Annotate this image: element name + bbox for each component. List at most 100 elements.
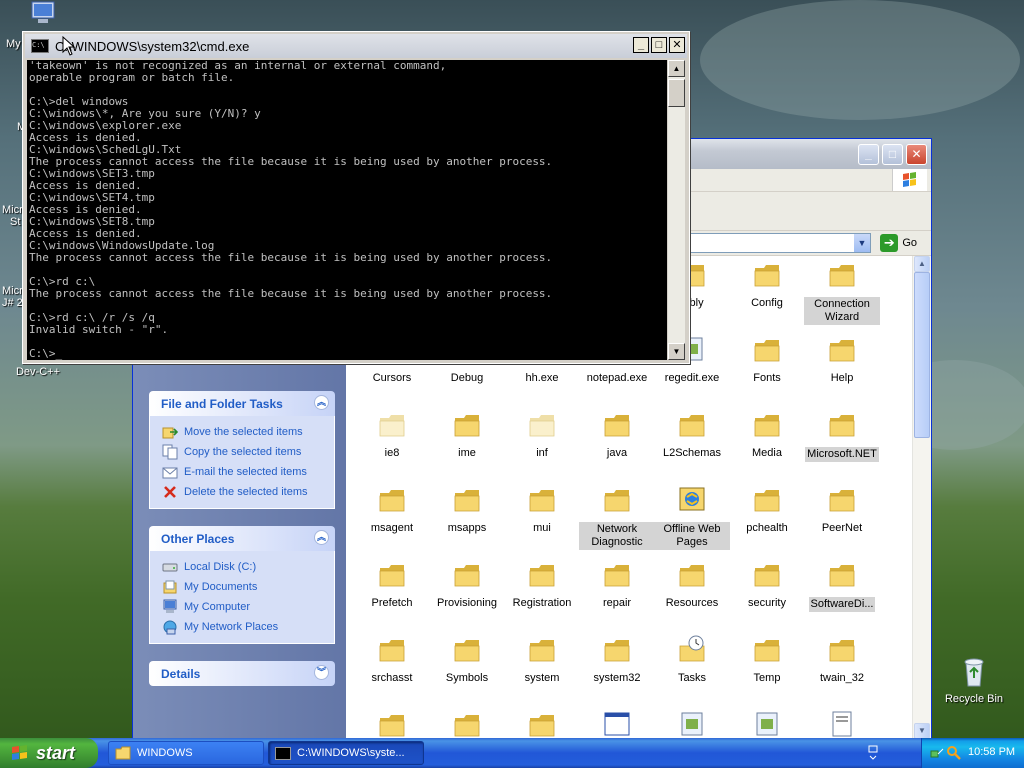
folder-item[interactable]: Fonts	[729, 335, 805, 385]
file-item[interactable]	[579, 710, 655, 739]
cmd-scrollbar[interactable]: ▲ ▼	[668, 60, 685, 360]
folder-item[interactable]: system32	[579, 635, 655, 685]
folder-item[interactable]: Symbols	[429, 635, 505, 685]
folder-item[interactable]: PeerNet	[804, 485, 880, 535]
folder-item[interactable]: mui	[504, 485, 580, 535]
task-move-selected[interactable]: Move the selected items	[162, 422, 334, 442]
file-label: security	[748, 597, 786, 609]
vertical-scrollbar[interactable]: ▲ ▼	[912, 256, 931, 739]
place-my-network[interactable]: My Network Places	[162, 617, 334, 637]
cmd-minimize-button[interactable]: _	[633, 37, 649, 53]
folder-item[interactable]: Resources	[654, 560, 730, 610]
panel-header[interactable]: File and Folder Tasks ︽	[149, 391, 335, 416]
file-item[interactable]	[729, 710, 805, 739]
maximize-button[interactable]: □	[882, 144, 903, 165]
console-output[interactable]: 'takeown' is not recognized as an intern…	[27, 60, 667, 360]
cmd-maximize-button[interactable]: □	[651, 37, 667, 53]
folder-icon	[379, 490, 405, 512]
folder-item[interactable]: Prefetch	[354, 560, 430, 610]
scroll-up-button[interactable]: ▲	[914, 256, 930, 272]
panel-header[interactable]: Other Places ︽	[149, 526, 335, 551]
file-label: Debug	[450, 372, 484, 384]
task-delete-selected[interactable]: Delete the selected items	[162, 482, 334, 502]
folder-item[interactable]	[504, 710, 580, 739]
collapse-icon[interactable]: ︽	[314, 530, 329, 545]
folder-item[interactable]: ie8	[354, 410, 430, 460]
folder-icon	[604, 490, 630, 512]
file-label: Config	[751, 297, 783, 309]
arrow-up-icon: ▲	[918, 259, 926, 268]
file-label: Connection Wizard	[804, 297, 880, 325]
documents-icon	[163, 580, 177, 594]
scroll-down-button[interactable]: ▼	[914, 723, 930, 739]
file-label: SoftwareDi...	[808, 597, 876, 612]
folder-item[interactable]: Help	[804, 335, 880, 385]
folder-item[interactable]: twain_32	[804, 635, 880, 685]
scroll-up-button[interactable]: ▲	[668, 60, 685, 77]
start-button[interactable]: start	[0, 738, 98, 768]
place-local-disk[interactable]: Local Disk (C:)	[162, 557, 334, 577]
folder-item[interactable]: Registration	[504, 560, 580, 610]
cmd-titlebar[interactable]: C:\ C:\WINDOWS\system32\cmd.exe _ □ ✕	[25, 34, 687, 58]
folder-item[interactable]: Config	[729, 260, 805, 310]
folder-item[interactable]	[429, 710, 505, 739]
folder-icon	[829, 415, 855, 437]
file-item[interactable]	[654, 710, 730, 739]
place-my-documents[interactable]: My Documents	[162, 577, 334, 597]
collapse-icon[interactable]: ︽	[314, 395, 329, 410]
folder-item[interactable]: Connection Wizard	[804, 260, 880, 325]
folder-item[interactable]: Microsoft.NET	[804, 410, 880, 462]
search-tray-icon[interactable]	[946, 745, 962, 761]
folder-item[interactable]: msapps	[429, 485, 505, 535]
folder-item[interactable]: pchealth	[729, 485, 805, 535]
folder-item[interactable]: inf	[504, 410, 580, 460]
system-tray: 10:58 PM	[921, 738, 1024, 768]
expand-icon[interactable]: ︾	[314, 665, 329, 680]
file-item[interactable]: Tasks	[654, 635, 730, 685]
place-my-computer[interactable]: My Computer	[162, 597, 334, 617]
panel-header[interactable]: Details ︾	[149, 661, 335, 686]
arrow-down-icon: ▼	[918, 726, 926, 735]
folder-item[interactable]: ime	[429, 410, 505, 460]
taskbar-button-windows[interactable]: WINDOWS	[108, 741, 264, 765]
folder-item[interactable]: srchasst	[354, 635, 430, 685]
task-email-selected[interactable]: E-mail the selected items	[162, 462, 334, 482]
network-tray-icon[interactable]	[930, 746, 944, 760]
folder-item[interactable]: msagent	[354, 485, 430, 535]
minimize-button[interactable]: _	[858, 144, 879, 165]
file-item[interactable]: Offline Web Pages	[654, 485, 730, 550]
file-label: repair	[602, 597, 632, 609]
task-copy-selected[interactable]: Copy the selected items	[162, 442, 334, 462]
close-icon: ✕	[911, 147, 922, 161]
folder-item[interactable]: Network Diagnostic	[579, 485, 655, 550]
desktop-label-partial: St	[10, 216, 21, 228]
close-icon: ✕	[672, 39, 682, 51]
scroll-down-button[interactable]: ▼	[668, 343, 685, 360]
folder-item[interactable]: Provisioning	[429, 560, 505, 610]
folder-icon	[604, 415, 630, 437]
desktop-label-partial: Micr	[2, 285, 23, 297]
folder-item[interactable]: security	[729, 560, 805, 610]
scroll-thumb[interactable]	[668, 79, 685, 107]
folder-item[interactable]: Media	[729, 410, 805, 460]
desktop-icon-recycle-bin[interactable]: Recycle Bin	[936, 656, 1012, 705]
folder-item[interactable]: system	[504, 635, 580, 685]
close-button[interactable]: ✕	[906, 144, 927, 165]
cmd-title: C:\WINDOWS\system32\cmd.exe	[55, 38, 250, 54]
address-dropdown-button[interactable]: ▼	[854, 234, 870, 252]
file-item[interactable]	[804, 710, 880, 739]
folder-item[interactable]: L2Schemas	[654, 410, 730, 460]
taskbar-expand-icon[interactable]	[868, 745, 878, 761]
folder-item[interactable]: SoftwareDi...	[804, 560, 880, 612]
scroll-thumb[interactable]	[914, 272, 930, 438]
folder-item[interactable]: java	[579, 410, 655, 460]
taskbar-button-cmd[interactable]: C:\WINDOWS\syste...	[268, 741, 424, 765]
desktop-icon-dev-cpp[interactable]: Dev-C++	[0, 366, 76, 378]
folder-item[interactable]	[354, 710, 430, 739]
folder-item[interactable]: repair	[579, 560, 655, 610]
start-label: start	[36, 742, 76, 763]
folder-icon	[754, 265, 780, 287]
cmd-close-button[interactable]: ✕	[669, 37, 685, 53]
folder-item[interactable]: Temp	[729, 635, 805, 685]
go-button[interactable]: ➔ Go	[880, 234, 917, 252]
